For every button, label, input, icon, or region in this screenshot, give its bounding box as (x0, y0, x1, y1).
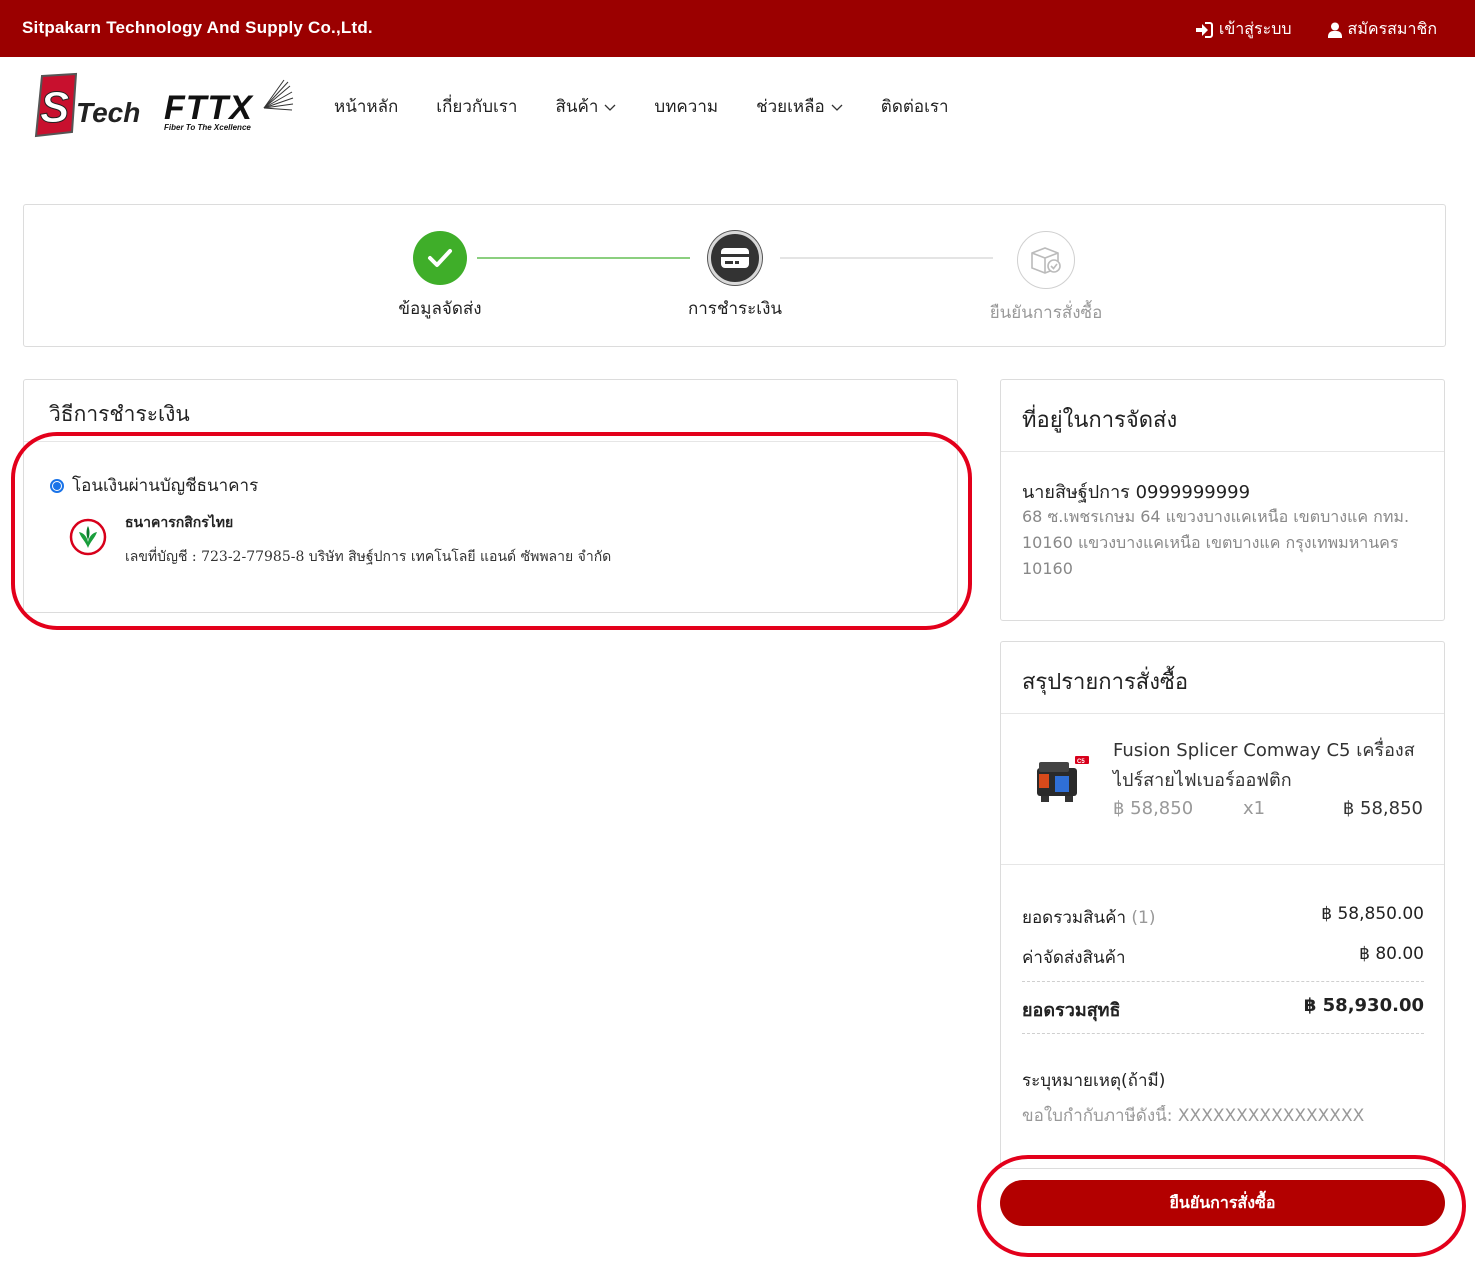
net-total-row: ยอดรวมสุทธิ ฿ 58,930.00 (1022, 995, 1424, 1024)
company-name: Sitpakarn Technology And Supply Co.,Ltd. (22, 18, 373, 37)
order-summary-title: สรุปรายการสั่งซื้อ (1001, 642, 1444, 714)
svg-text:C5: C5 (1077, 759, 1085, 765)
net-total-label: ยอดรวมสุทธิ (1022, 1000, 1121, 1021)
order-note-label: ระบุหมายเหตุ(ถ้ามี) (1022, 1071, 1166, 1091)
subtotal-row: ยอดรวมสินค้า (1) ฿ 58,850.00 (1022, 904, 1424, 931)
bank-account-info: ธนาคารกสิกรไทย เลขที่บัญชี : 723-2-77985… (69, 512, 611, 568)
login-label: เข้าสู่ระบบ (1218, 19, 1292, 38)
shipping-fee-value: ฿ 80.00 (1359, 944, 1424, 964)
shipping-fee-label: ค่าจัดส่งสินค้า (1022, 948, 1126, 968)
bank-transfer-radio[interactable] (50, 478, 64, 493)
recipient-name-phone: นายสิษฐ์ปการ 0999999999 (1022, 482, 1251, 503)
package-check-icon (1031, 247, 1061, 274)
nav-articles[interactable]: บทความ (654, 93, 718, 120)
step-payment-label: การชำระเงิน (687, 299, 783, 319)
order-line-item: C5 Fusion Splicer Comway C5 เครื่องสไปร์… (1001, 714, 1444, 865)
nav-home[interactable]: หน้าหลัก (334, 93, 398, 120)
register-label: สมัครสมาชิก (1347, 19, 1437, 38)
chevron-down-icon (604, 104, 616, 111)
auth-links: เข้าสู่ระบบ สมัครสมาชิก (1195, 17, 1437, 42)
svg-text:S: S (40, 83, 69, 132)
nav-about[interactable]: เกี่ยวกับเรา (436, 93, 517, 120)
bank-name: ธนาคารกสิกรไทย (125, 515, 234, 531)
step-done-circle (413, 231, 467, 285)
s-logo-badge: S (34, 72, 78, 138)
checkout-stepper: ข้อมูลจัดส่ง การชำระเงิน ยืนยันการสั่งซื… (23, 204, 1446, 347)
bank-transfer-option[interactable]: โอนเงินผ่านบัญชีธนาคาร (50, 472, 258, 499)
main-nav: หน้าหลัก เกี่ยวกับเรา สินค้า บทความ ช่วย… (334, 93, 987, 120)
bank-transfer-label: โอนเงินผ่านบัญชีธนาคาร (72, 476, 259, 496)
product-line-total: ฿ 58,850 (1342, 798, 1423, 819)
logo-tech-text: Tech (76, 97, 140, 128)
nav-about-label: เกี่ยวกับเรา (436, 97, 518, 117)
subtotal-label: ยอดรวมสินค้า (1022, 908, 1127, 928)
order-note-input[interactable] (1022, 1105, 1424, 1125)
nav-contact[interactable]: ติดต่อเรา (881, 93, 949, 120)
credit-card-icon (721, 248, 749, 268)
kasikorn-bank-logo (69, 518, 107, 556)
stech-fttx-logo[interactable]: S Tech FTTX Fiber To The Xcellence (32, 72, 294, 140)
subtotal-label-wrap: ยอดรวมสินค้า (1) (1022, 904, 1156, 931)
step-pending-circle (1017, 231, 1075, 289)
shipping-address-title: ที่อยู่ในการจัดส่ง (1001, 380, 1444, 452)
logo-tagline: Fiber To The Xcellence (164, 123, 251, 132)
logo-fttx-text: FTTX (164, 89, 254, 127)
bank-account-number: เลขที่บัญชี : 723-2-77985-8 บริษัท สิษฐ์… (125, 549, 612, 565)
fusion-splicer-thumbnail[interactable]: C5 (1029, 754, 1091, 812)
chevron-down-icon (831, 104, 843, 111)
nav-contact-label: ติดต่อเรา (880, 97, 949, 117)
payment-method-card: วิธีการชำระเงิน โอนเงินผ่านบัญชีธนาคาร ธ… (23, 379, 958, 613)
step-confirm-label: ยืนยันการสั่งซื้อ (989, 303, 1103, 323)
order-summary-card: สรุปรายการสั่งซื้อ C5 Fusion Splicer Com… (1000, 641, 1445, 1169)
nav-articles-label: บทความ (654, 97, 719, 117)
summary-divider (1022, 981, 1424, 982)
fiber-rays-icon (263, 79, 294, 111)
nav-home-label: หน้าหลัก (334, 97, 399, 117)
user-icon (1327, 22, 1342, 38)
subtotal-value: ฿ 58,850.00 (1321, 904, 1424, 924)
product-name[interactable]: Fusion Splicer Comway C5 เครื่องสไปร์สาย… (1113, 736, 1428, 796)
step-shipping-label: ข้อมูลจัดส่ง (398, 299, 482, 319)
top-bar: Sitpakarn Technology And Supply Co.,Ltd.… (0, 0, 1475, 57)
nav-help[interactable]: ช่วยเหลือ (756, 93, 843, 120)
summary-divider (1022, 1033, 1424, 1034)
nav-help-label: ช่วยเหลือ (756, 97, 825, 117)
bank-text: ธนาคารกสิกรไทย เลขที่บัญชี : 723-2-77985… (125, 512, 611, 568)
step-confirm-order: ยืนยันการสั่งซื้อ (936, 231, 1156, 326)
nav-products[interactable]: สินค้า (555, 93, 616, 120)
step-active-circle (708, 231, 762, 285)
recipient-address: 68 ซ.เพชรเกษม 64 แขวงบางแคเหนือ เขตบางแค… (1022, 507, 1410, 578)
product-quantity: x1 (1243, 798, 1266, 819)
product-unit-price: ฿ 58,850 (1113, 798, 1194, 819)
subtotal-count: (1) (1131, 908, 1156, 928)
step-payment: การชำระเงิน (625, 231, 845, 322)
net-total-value: ฿ 58,930.00 (1303, 995, 1424, 1016)
payment-method-title: วิธีการชำระเงิน (24, 380, 957, 442)
shipping-address-card: ที่อยู่ในการจัดส่ง นายสิษฐ์ปการ 09999999… (1000, 379, 1445, 621)
nav-products-label: สินค้า (555, 97, 599, 117)
sign-in-icon (1195, 21, 1213, 38)
login-link[interactable]: เข้าสู่ระบบ (1195, 17, 1292, 42)
register-link[interactable]: สมัครสมาชิก (1327, 17, 1437, 42)
step-shipping-info: ข้อมูลจัดส่ง (330, 231, 550, 322)
shipping-fee-row: ค่าจัดส่งสินค้า ฿ 80.00 (1022, 944, 1424, 971)
confirm-order-button[interactable]: ยืนยันการสั่งซื้อ (1000, 1180, 1445, 1226)
check-icon (428, 249, 452, 267)
